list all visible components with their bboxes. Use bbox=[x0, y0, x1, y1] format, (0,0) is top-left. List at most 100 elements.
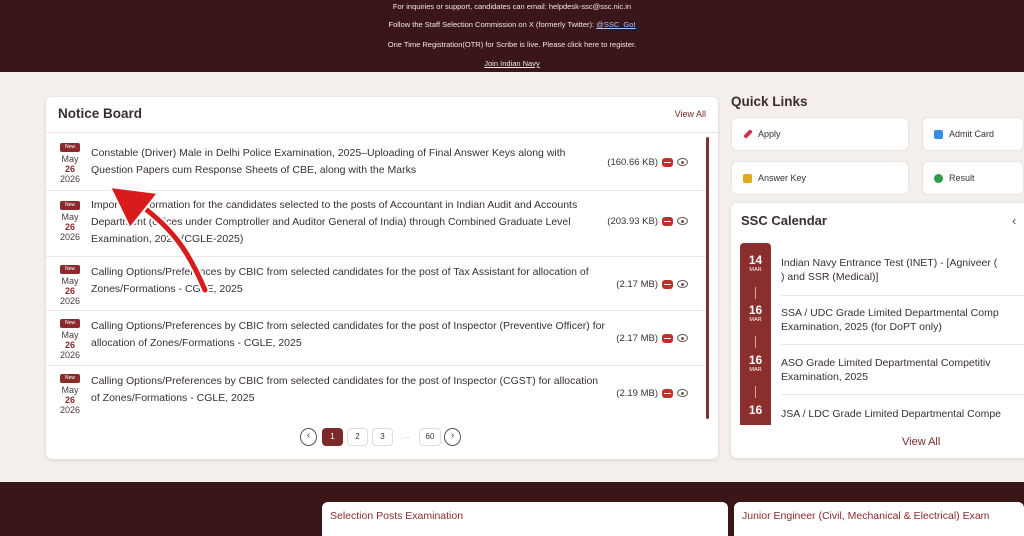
calendar-view-all-link[interactable]: View All bbox=[902, 436, 940, 448]
notice-title[interactable]: Calling Options/Preferences by CBIC from… bbox=[91, 264, 606, 298]
new-badge: New bbox=[60, 143, 80, 152]
next-page-button[interactable]: › bbox=[444, 428, 461, 446]
card-title: Junior Engineer (Civil, Mechanical & Ele… bbox=[742, 510, 990, 522]
pdf-icon[interactable] bbox=[662, 389, 673, 398]
quick-link-apply[interactable]: Apply bbox=[731, 117, 909, 151]
quick-link-answer-key[interactable]: Answer Key bbox=[731, 161, 909, 195]
pencil-icon bbox=[743, 129, 753, 139]
divider bbox=[781, 295, 1024, 296]
file-size: (2.17 MB) bbox=[616, 279, 658, 290]
timeline-connector bbox=[755, 336, 756, 348]
timeline-connector bbox=[755, 287, 756, 299]
twitter-follow-label: Follow the Staff Selection Commission on… bbox=[388, 20, 597, 29]
notice-item[interactable]: New May 26 2026 Calling Options/Preferen… bbox=[46, 366, 706, 421]
notice-board: Notice Board View All New May 26 2026 Co… bbox=[46, 97, 718, 459]
event-title-line: SSA / UDC Grade Limited Departmental Com… bbox=[781, 307, 999, 319]
file-size: (203.93 KB) bbox=[607, 216, 658, 227]
file-size: (2.19 MB) bbox=[616, 388, 658, 399]
notice-board-title: Notice Board bbox=[58, 106, 143, 121]
notice-item[interactable]: New May 26 2026 Calling Options/Preferen… bbox=[46, 311, 706, 366]
event-date: 16 MAR bbox=[740, 354, 771, 374]
pagination-ellipsis: ... bbox=[402, 431, 410, 440]
notice-day: 26 bbox=[64, 222, 75, 232]
event-month: MAR bbox=[749, 317, 762, 323]
notice-day: 26 bbox=[64, 286, 75, 296]
notice-month: May bbox=[61, 154, 79, 164]
twitter-follow-text: Follow the Staff Selection Commission on… bbox=[0, 20, 1024, 29]
notice-year: 2026 bbox=[59, 232, 81, 242]
event-title-line: Indian Navy Entrance Test (INET) - [Agni… bbox=[781, 257, 998, 269]
calendar-prev-button[interactable]: ‹ bbox=[1012, 213, 1016, 228]
notice-year: 2026 bbox=[59, 350, 81, 360]
timeline-connector bbox=[755, 386, 756, 398]
pdf-icon[interactable] bbox=[662, 217, 673, 226]
notice-item[interactable]: New May 26 2026 Constable (Driver) Male … bbox=[46, 133, 706, 191]
event-date: 14 MAR bbox=[740, 254, 771, 274]
notice-title[interactable]: Important information for the candidates… bbox=[91, 197, 606, 248]
eye-icon[interactable] bbox=[677, 389, 688, 397]
quick-link-admit-card[interactable]: Admit Card bbox=[922, 117, 1024, 151]
notice-month: May bbox=[61, 385, 79, 395]
notice-day: 26 bbox=[64, 340, 75, 350]
notice-year: 2026 bbox=[59, 405, 81, 415]
quick-links-title: Quick Links bbox=[731, 94, 808, 109]
twitter-link[interactable]: @SSC_GoI bbox=[596, 20, 635, 29]
event-day: 16 bbox=[748, 303, 763, 317]
notice-year: 2026 bbox=[59, 174, 81, 184]
selection-posts-card[interactable]: Selection Posts Examination bbox=[322, 502, 728, 536]
quick-link-label: Result bbox=[949, 173, 975, 183]
new-badge: New bbox=[60, 374, 80, 383]
event-title-line: ASO Grade Limited Departmental Competiti… bbox=[781, 357, 991, 369]
page-button-2[interactable]: 2 bbox=[347, 428, 368, 446]
notice-item[interactable]: New May 26 2026 Important information fo… bbox=[46, 191, 706, 257]
event-title-line: JSA / LDC Grade Limited Departmental Com… bbox=[781, 408, 1002, 420]
divider bbox=[781, 394, 1024, 395]
eye-icon[interactable] bbox=[677, 158, 688, 166]
pdf-icon[interactable] bbox=[662, 334, 673, 343]
otr-scribe-link[interactable]: One Time Registration(OTR) for Scribe is… bbox=[0, 40, 1024, 49]
join-navy-link[interactable]: Join Indian Navy bbox=[484, 59, 539, 68]
pdf-icon[interactable] bbox=[662, 280, 673, 289]
page-button-1[interactable]: 1 bbox=[322, 428, 343, 446]
notice-title[interactable]: Constable (Driver) Male in Delhi Police … bbox=[91, 145, 606, 179]
quick-link-label: Admit Card bbox=[949, 129, 995, 139]
card-title: Selection Posts Examination bbox=[330, 510, 464, 522]
notice-month: May bbox=[61, 276, 79, 286]
quick-link-label: Answer Key bbox=[758, 173, 807, 183]
notice-year: 2026 bbox=[59, 296, 81, 306]
notice-scrollbar[interactable] bbox=[706, 137, 709, 419]
file-size: (2.17 MB) bbox=[616, 333, 658, 344]
file-size: (160.66 KB) bbox=[607, 157, 658, 168]
new-badge: New bbox=[60, 319, 80, 328]
notice-title[interactable]: Calling Options/Preferences by CBIC from… bbox=[91, 373, 606, 407]
notice-day: 26 bbox=[64, 395, 75, 405]
eye-icon[interactable] bbox=[677, 217, 688, 225]
page-button-last[interactable]: 60 bbox=[419, 428, 441, 446]
notice-day: 26 bbox=[64, 164, 75, 174]
pdf-icon[interactable] bbox=[662, 158, 673, 167]
notice-title[interactable]: Calling Options/Preferences by CBIC from… bbox=[91, 318, 606, 352]
id-card-icon bbox=[934, 130, 943, 139]
event-month: MAR bbox=[749, 367, 762, 373]
notice-list: New May 26 2026 Constable (Driver) Male … bbox=[46, 133, 706, 419]
notice-item[interactable]: New May 26 2026 Calling Options/Preferen… bbox=[46, 257, 706, 311]
new-badge: New bbox=[60, 201, 80, 210]
new-badge: New bbox=[60, 265, 80, 274]
quick-link-result[interactable]: Result bbox=[922, 161, 1024, 195]
notice-view-all-link[interactable]: View All bbox=[675, 109, 706, 119]
event-day: 14 bbox=[748, 253, 763, 267]
notice-date: New May 26 2026 bbox=[56, 265, 84, 306]
result-icon bbox=[934, 174, 943, 183]
event-month: MAR bbox=[749, 267, 762, 273]
eye-icon[interactable] bbox=[677, 334, 688, 342]
prev-page-button[interactable]: ‹ bbox=[300, 428, 317, 446]
event-date: 16 bbox=[740, 404, 771, 417]
announcement-banner: For inquiries or support, candidates can… bbox=[0, 0, 1024, 72]
event-title-line: Examination, 2025 bbox=[781, 371, 868, 383]
event-date: 16 MAR bbox=[740, 304, 771, 324]
notice-date: New May 26 2026 bbox=[56, 374, 84, 415]
page-button-3[interactable]: 3 bbox=[372, 428, 393, 446]
eye-icon[interactable] bbox=[677, 280, 688, 288]
notice-date: New May 26 2026 bbox=[56, 319, 84, 360]
junior-engineer-card[interactable]: Junior Engineer (Civil, Mechanical & Ele… bbox=[734, 502, 1024, 536]
